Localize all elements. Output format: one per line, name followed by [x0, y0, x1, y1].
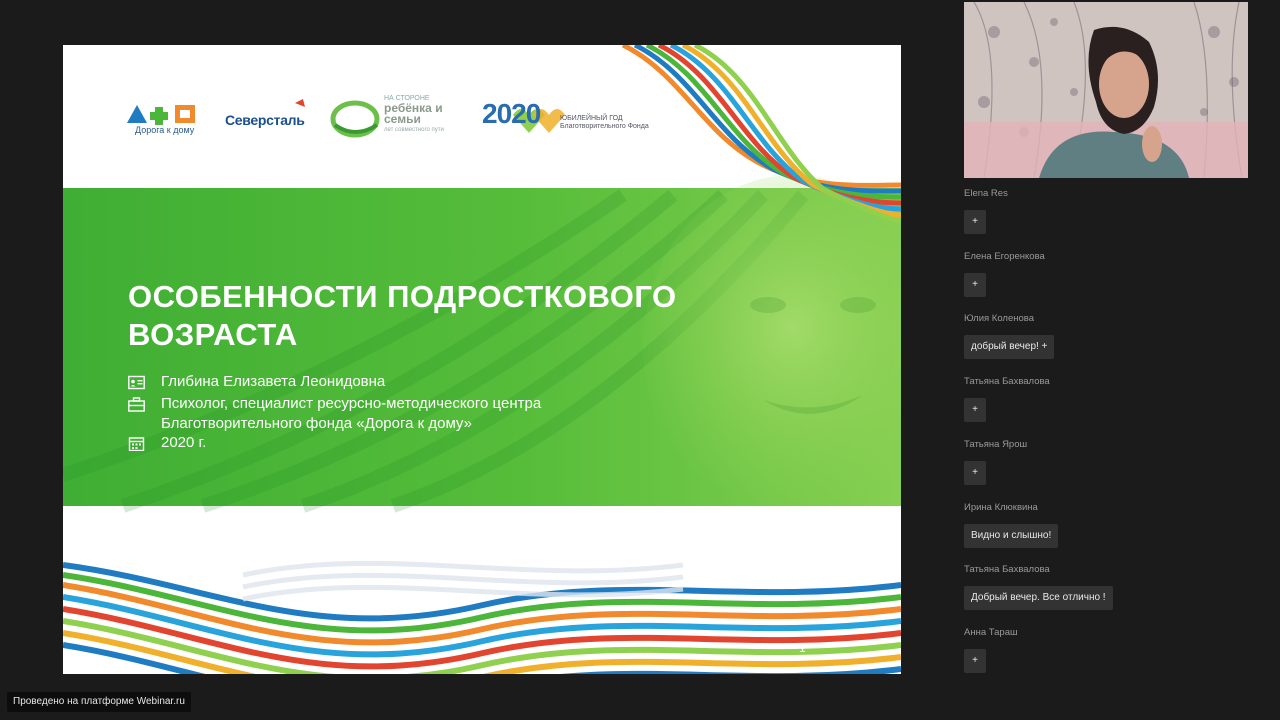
- chat-author: Юлия Коленова: [964, 313, 1034, 324]
- storona-logo-sub: лет совместного пути: [384, 127, 444, 133]
- chat-message[interactable]: добрый вечер! +: [964, 335, 1055, 359]
- platform-label[interactable]: Проведено на платформе Webinar.ru: [7, 692, 191, 712]
- position-row: Психолог, специалист ресурсно-методическ…: [128, 394, 588, 434]
- chat-message[interactable]: +: [964, 461, 986, 485]
- speaker-video[interactable]: [964, 2, 1248, 178]
- chat-message[interactable]: Видно и слышно!: [964, 524, 1059, 548]
- chat-message[interactable]: +: [964, 210, 986, 234]
- speaker-video-frame: [964, 2, 1248, 178]
- presentation-slide: Дорога к дому Северсталь на стороне ребё…: [63, 45, 901, 674]
- jubilee-caption-2: Благотворительного Фонда: [560, 123, 649, 130]
- author-row: Глибина Елизавета Леонидовна: [128, 372, 385, 392]
- doroga-logo-label: Дорога к дому: [135, 125, 195, 135]
- chat-author: Татьяна Бахвалова: [964, 376, 1050, 387]
- chat-author: Татьяна Бахвалова: [964, 564, 1050, 575]
- storona-logo-icon: [330, 100, 380, 138]
- chat-message[interactable]: +: [964, 273, 986, 297]
- slide-background: [63, 45, 901, 674]
- chat-author: Elena Res: [964, 188, 1008, 199]
- severstal-logo: Северсталь: [225, 112, 305, 128]
- year-row: 2020 г.: [128, 433, 206, 453]
- author-position: Психолог, специалист ресурсно-методическ…: [161, 395, 542, 432]
- slide-year: 2020 г.: [161, 434, 207, 451]
- author-name: Глибина Елизавета Леонидовна: [161, 373, 386, 390]
- calendar-icon: [128, 437, 145, 451]
- chat-message[interactable]: +: [964, 398, 986, 422]
- severstal-logo-icon: [295, 99, 305, 107]
- chat-author: Ирина Клюквина: [964, 502, 1038, 513]
- jubilee-caption-1: Юбилейный год: [560, 115, 623, 122]
- slide-title: ОСОБЕННОСТИ ПОДРОСТКОВОГО ВОЗРАСТА: [128, 279, 677, 352]
- chat-author: Татьяна Ярош: [964, 439, 1028, 450]
- chat-message[interactable]: +: [964, 649, 986, 673]
- chat-message[interactable]: Добрый вечер. Все отлично !: [964, 586, 1113, 610]
- jubilee-2020-logo: 2020: [482, 98, 541, 129]
- doroga-logo-icon: [127, 105, 195, 125]
- chat-author: Анна Тараш: [964, 627, 1018, 638]
- chat-author: Елена Егоренкова: [964, 251, 1045, 262]
- briefcase-icon: [128, 397, 145, 412]
- webinar-window: Дорога к дому Северсталь на стороне ребё…: [0, 0, 1280, 720]
- slide-page-number: 1: [799, 641, 806, 655]
- storona-logo-main: ребёнка и семьи: [384, 101, 443, 126]
- id-card-icon: [128, 375, 145, 390]
